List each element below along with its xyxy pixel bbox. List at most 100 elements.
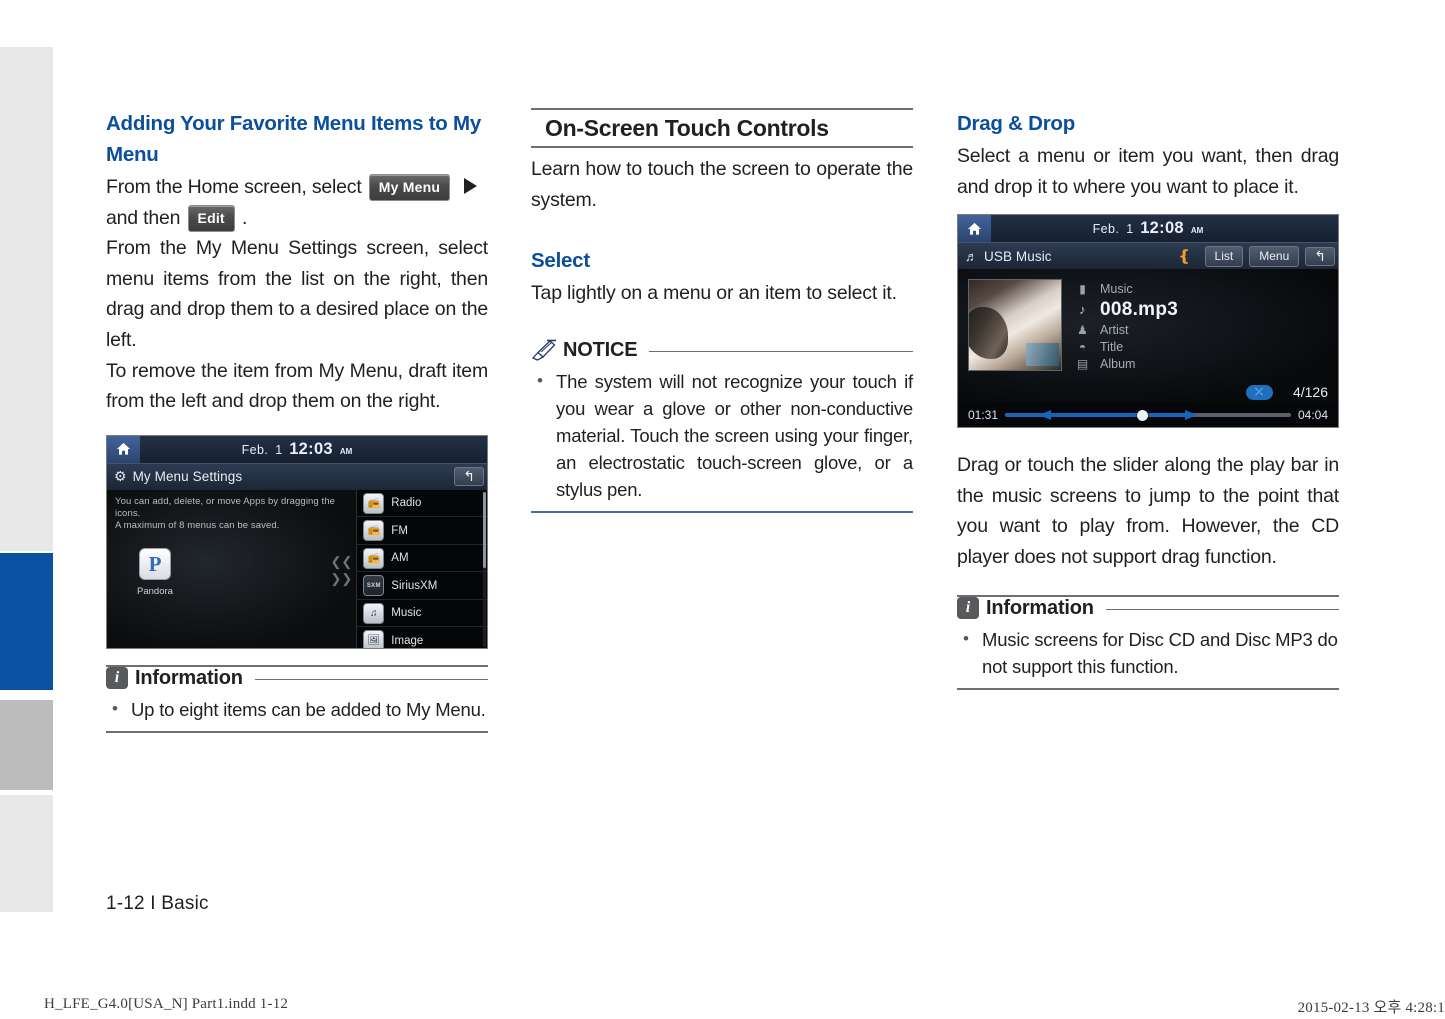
keycap-edit[interactable]: Edit [187,204,235,232]
information-title: Information [135,666,243,689]
information-title: Information [986,596,1094,619]
column3-heading: Drag & Drop [957,112,1075,135]
clock-month: Feb. [241,442,269,457]
information-bottom-rule [106,730,488,733]
meta-value: 008.mp3 [1100,299,1179,321]
music-note-icon: ♪ [1079,302,1086,318]
mymenu-hint-line-2: A maximum of 8 menus can be saved. [115,519,280,531]
edge-tab-gray[interactable] [0,700,53,790]
screenshot-my-menu-settings: Feb. 1 12:03 AM ⚙ My Menu Settings ↰ You… [106,434,488,649]
list-item: Up to eight items can be added to My Men… [106,695,488,723]
clock-time: 12:03 [289,439,333,458]
drag-right-arrow-icon [1185,410,1198,421]
column3-information-callout: i Information Music screens for Disc CD … [957,594,1339,690]
list-item: Music screens for Disc CD and Disc MP3 d… [957,625,1339,680]
usb-play-bar[interactable]: 01:31 04:04 [958,402,1338,428]
title-icon: ◓ [1078,340,1087,355]
list-item-label: SiriusXM [391,579,438,592]
mymenu-drop-area[interactable]: You can add, delete, or move Apps by dra… [107,489,357,648]
header-rule [1105,608,1339,610]
information-header: i Information [106,664,488,690]
print-footer-right: 2015-02-13 오후 4:28:1 [1297,1000,1445,1016]
pandora-icon: P [139,547,171,580]
clock-ampm: AM [1190,226,1204,236]
list-item[interactable]: SXM SiriusXM [357,572,487,600]
usb-title: USB Music [984,248,1052,264]
album-icon: ▤ [1076,357,1089,372]
usb-now-playing: ▮ Music ♪ 008.mp3 ♟ Artist ◓ Title ▤ Alb… [958,269,1338,403]
print-footer-left: H_LFE_G4.0[USA_N] Part1.indd 1-12 [44,996,289,1012]
meta-artist: ♟ Artist [1076,322,1330,339]
radio-icon: 📻 [363,547,385,569]
edge-tab-blue-active[interactable] [0,553,53,690]
clock-ampm: AM [339,446,353,456]
list-item[interactable]: ♫ Music [357,600,487,628]
arrow-right-icon [464,178,478,194]
keycap-my-menu[interactable]: My Menu [368,174,451,201]
list-item: The system will not recognize your touch… [531,367,913,503]
app-tile-pandora[interactable]: P Pandora [125,547,185,597]
information-bottom-rule [957,687,1339,690]
clock-time: 12:08 [1140,219,1184,238]
progress-knob[interactable] [1136,409,1148,421]
list-item[interactable]: 📻 Radio [357,490,487,518]
usb-status-bar: Feb. 1 12:08 AM [958,215,1338,243]
drag-arrows-icon: ❮❮ ❯❯ [330,553,353,585]
list-item[interactable]: 📻 FM [357,517,487,545]
mymenu-status-bar: Feb. 1 12:03 AM [107,435,487,463]
artist-icon: ♟ [1077,323,1088,338]
menu-button[interactable]: Menu [1249,245,1300,267]
mymenu-source-list[interactable]: 📻 Radio 📻 FM 📻 AM SXM SiriusXM ♫ Music 🖼… [356,489,487,648]
usb-icon: ♬ [965,248,978,264]
total-time: 04:04 [1297,408,1328,423]
clock-month: Feb. [1092,222,1120,237]
header-rule [254,678,488,680]
progress-slider[interactable] [1005,408,1291,422]
radio-icon: 📻 [363,492,385,514]
back-button[interactable]: ↰ [454,467,484,487]
list-item[interactable]: 🖼 Image [357,627,487,648]
notice-title: NOTICE [563,338,638,361]
page-number: 1-12 I Basic [106,893,209,914]
information-list: Music screens for Disc CD and Disc MP3 d… [957,625,1339,680]
list-scrollbar-thumb[interactable] [483,491,486,568]
column2-intro: Learn how to touch the screen to operate… [531,158,913,211]
arrow-left-icon: ❮❮ [330,553,353,569]
list-item[interactable]: 📻 AM [357,545,487,573]
usb-title-bar: ♬ USB Music ❴ List Menu ↰ [958,242,1338,270]
meta-value: Music [1100,282,1133,297]
information-list: Up to eight items can be added to My Men… [106,695,488,723]
column3-paragraph-2: Drag or touch the slider along the play … [957,454,1339,568]
track-count: 4/126 [1292,384,1328,401]
para1-text-b: and then [106,206,181,229]
drag-left-arrow-icon [1039,410,1052,421]
information-header: i Information [957,594,1339,620]
column-2: On-Screen Touch Controls Learn how to to… [531,108,913,513]
list-button[interactable]: List [1204,245,1244,267]
edge-tab-light-top [0,47,53,551]
meta-folder: ▮ Music [1076,281,1330,298]
album-art [968,279,1062,372]
back-button[interactable]: ↰ [1305,246,1335,266]
drag-right-tail-icon [1145,413,1189,418]
edge-tab-light-bottom [0,795,53,912]
usb-status-badges: ⤫ 4/126 [1245,384,1328,401]
notice-header: NOTICE [531,339,913,362]
list-item-label: Image [391,634,424,647]
image-icon: 🖼 [363,630,385,648]
pencil-icon [531,339,557,362]
column-3: Drag & Drop Select a menu or item you wa… [957,108,1339,690]
app-tile-label: Pandora [137,585,173,597]
column1-paragraph-1: From the Home screen, select My Menu and… [106,172,488,233]
column1-paragraph-3: To remove the item from My Menu, draft i… [106,359,488,413]
mymenu-hint-line-1: You can add, delete, or move Apps by dra… [115,495,336,519]
clock-day: 1 [1126,222,1134,237]
clock-day: 1 [275,442,283,457]
mymenu-clock: Feb. 1 12:03 AM [107,440,487,459]
mymenu-title: My Menu Settings [132,469,243,485]
sound-icon[interactable]: ❴ [1170,247,1199,265]
meta-file: ♪ 008.mp3 [1076,298,1330,322]
meta-value: Album [1100,357,1136,372]
siriusxm-icon: SXM [363,575,385,596]
list-item-label: FM [391,524,408,537]
